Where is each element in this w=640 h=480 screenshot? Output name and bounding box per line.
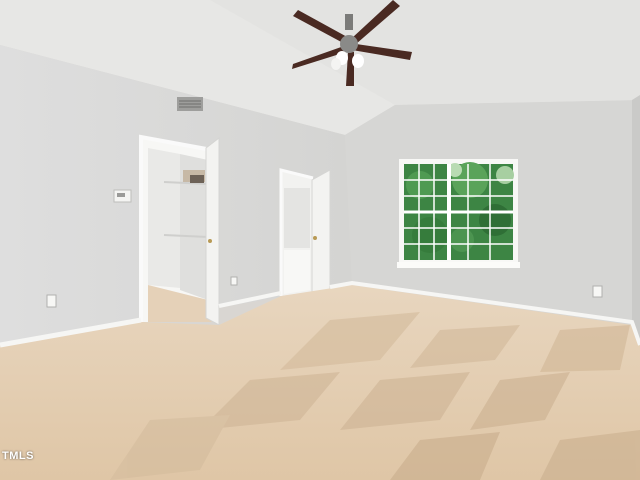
bathroom-doorway [279, 168, 314, 296]
walk-in-closet [139, 134, 213, 322]
room-illustration [0, 0, 640, 480]
right-wall [632, 95, 640, 345]
closet-door[interactable] [205, 136, 220, 326]
outlet-icon [592, 285, 603, 298]
bathroom-door-knob[interactable] [313, 236, 317, 240]
outlet-icon [230, 276, 238, 286]
bathroom-door[interactable] [311, 169, 331, 299]
window [397, 159, 520, 268]
air-vent-icon [177, 97, 203, 111]
watermark-text: TMLS [2, 450, 34, 462]
closet-door-knob[interactable] [208, 239, 212, 243]
empty-bedroom-photo: TMLS [0, 0, 640, 480]
outlet-icon [46, 294, 57, 308]
thermostat-icon [113, 189, 132, 203]
